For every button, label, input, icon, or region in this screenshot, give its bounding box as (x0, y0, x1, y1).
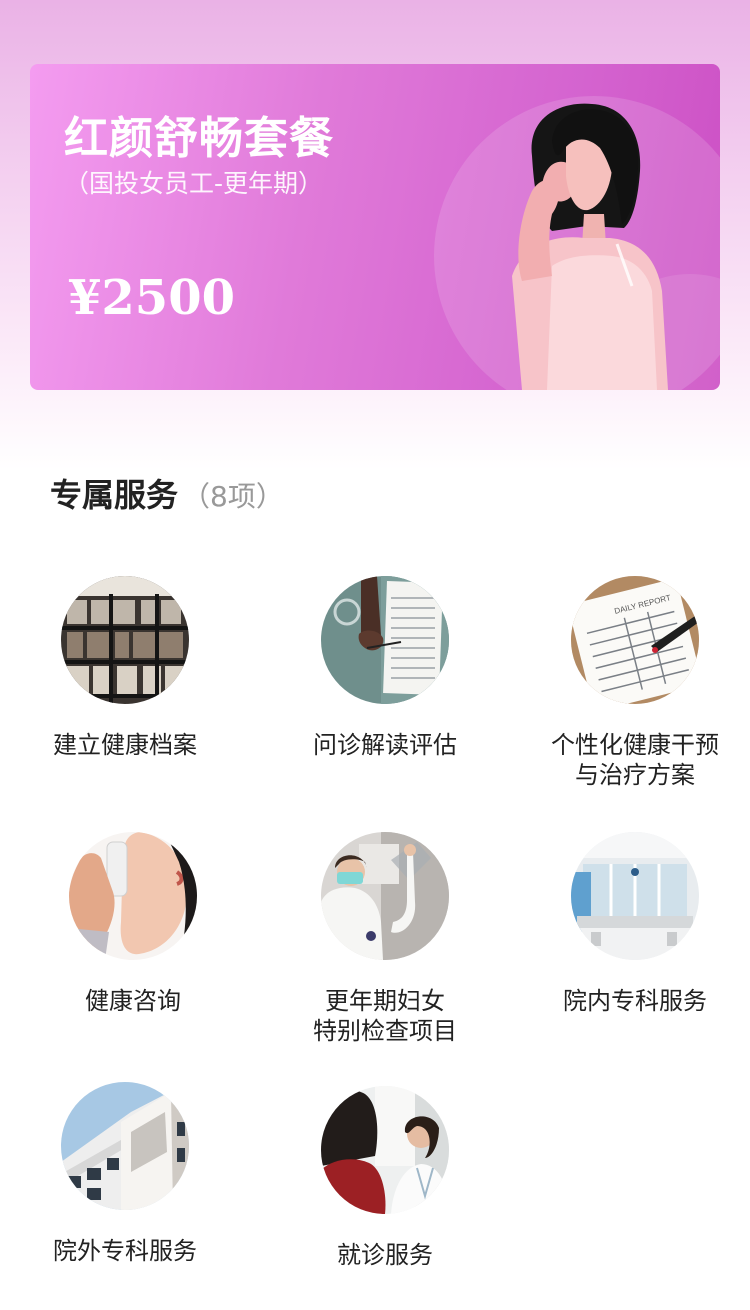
service-item-consult-evaluation[interactable]: 问诊解读评估 (260, 576, 510, 760)
package-price: ¥2500 (68, 270, 235, 326)
service-item-menopause-exam[interactable]: 更年期妇女 特别检查项目 (260, 832, 510, 1046)
daily-report-clipboard-photo-icon: DAILY REPORT (571, 576, 699, 704)
service-label: 就诊服务 (337, 1241, 433, 1269)
report-reading-photo-icon (321, 576, 449, 704)
section-title-text: 专属服务 (50, 476, 179, 514)
section-title: 专属服务 （8项） (50, 470, 284, 516)
service-label: 个性化健康干预 与治疗方案 (551, 731, 719, 789)
building-exterior-photo-icon (61, 1082, 189, 1210)
package-subtitle: （国投女员工-更年期） (64, 169, 324, 198)
service-item-out-hospital-specialist[interactable]: 院外专科服务 (0, 1082, 250, 1266)
phone-call-photo-icon (69, 832, 197, 960)
woman-illustration (512, 103, 668, 390)
doctor-xray-photo-icon (321, 832, 449, 960)
section-count: （8项） (182, 480, 284, 513)
service-label: 更年期妇女 特别检查项目 (313, 987, 457, 1045)
doctor-patient-photo-icon (321, 1086, 449, 1214)
service-item-personalized-plan[interactable]: DAILY REPORT 个性化健康干预 与治疗方案 (510, 576, 750, 790)
package-banner[interactable]: 红颜舒畅套餐 （国投女员工-更年期） ¥2500 (30, 64, 720, 390)
service-item-visit-service[interactable]: 就诊服务 (260, 1086, 510, 1270)
service-label: 健康咨询 (85, 987, 181, 1015)
archive-shelves-photo-icon (61, 576, 189, 704)
service-item-health-consult[interactable]: 健康咨询 (8, 832, 258, 1016)
service-item-health-archive[interactable]: 建立健康档案 (0, 576, 250, 760)
service-label: 建立健康档案 (53, 731, 197, 759)
service-item-in-hospital-specialist[interactable]: 院内专科服务 (510, 832, 750, 1016)
hospital-reception-photo-icon (571, 832, 699, 960)
service-label: 问诊解读评估 (313, 731, 457, 759)
package-title: 红颜舒畅套餐 (64, 113, 334, 164)
service-label: 院外专科服务 (53, 1237, 197, 1265)
service-label: 院内专科服务 (563, 987, 707, 1015)
